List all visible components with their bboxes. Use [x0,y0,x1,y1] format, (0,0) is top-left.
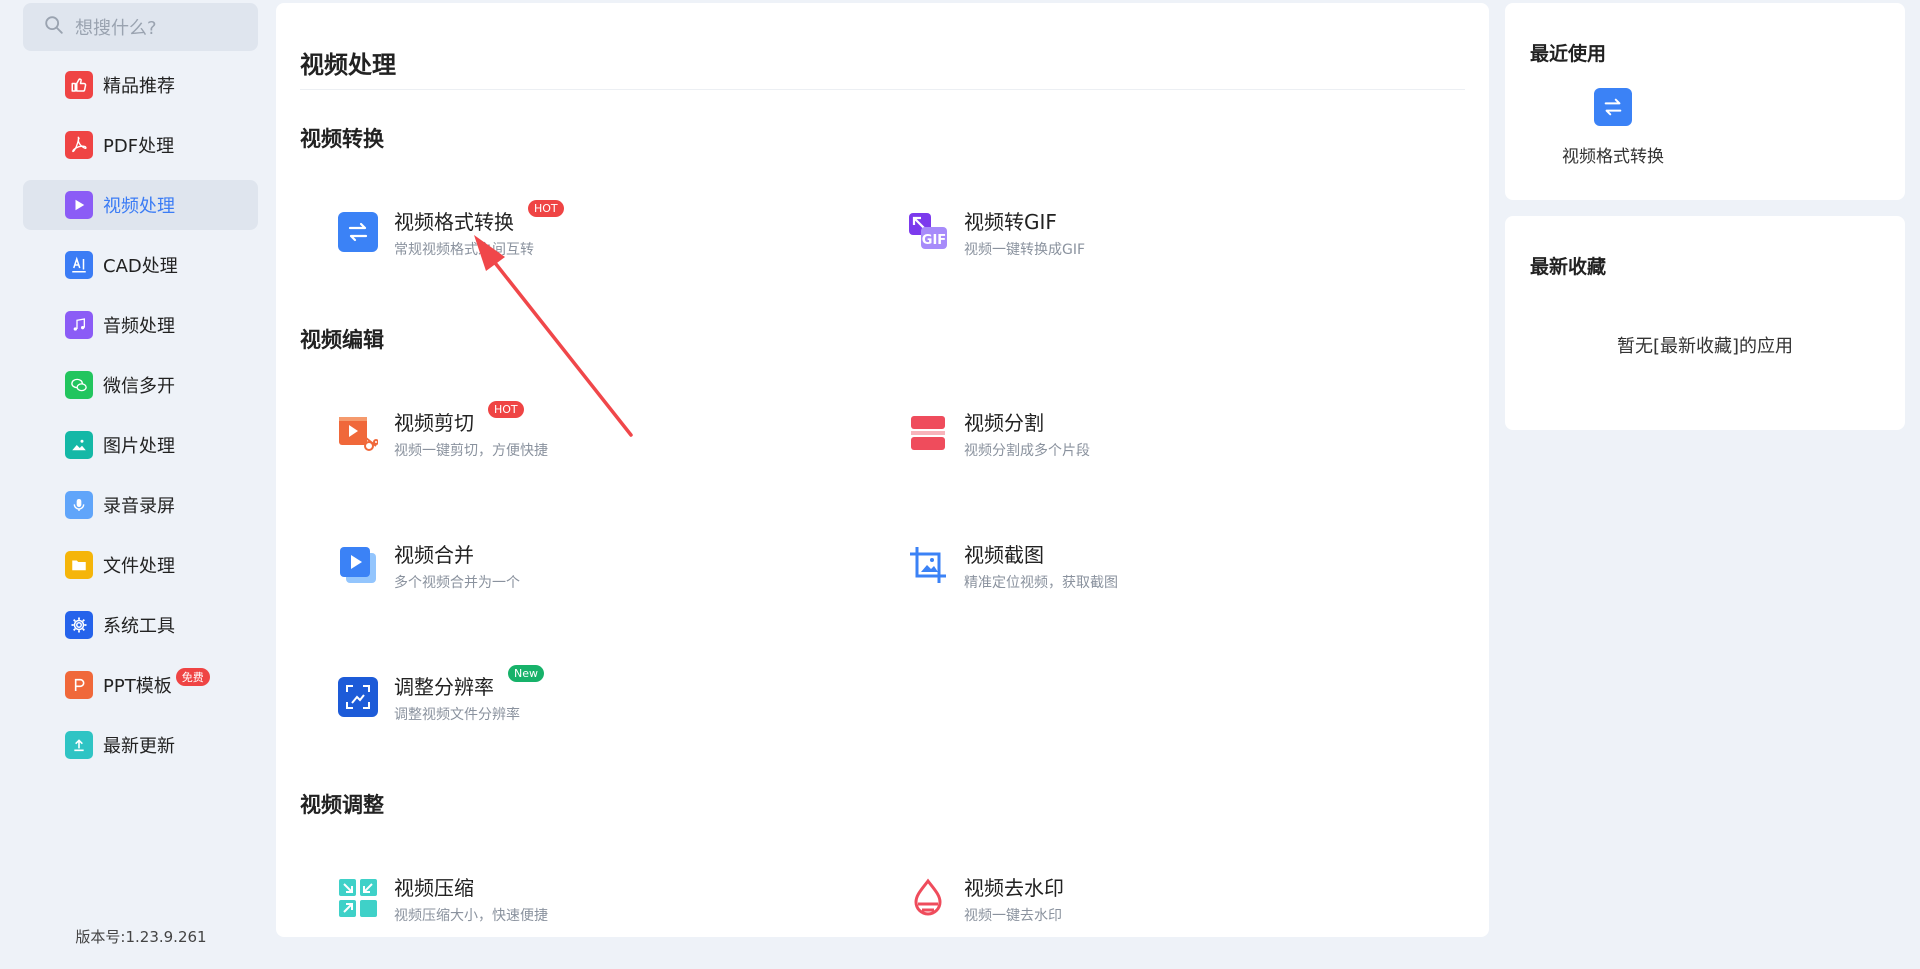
tool-name: 视频合并 [394,542,474,567]
cad-icon [65,251,93,279]
sidebar-item-label: 图片处理 [103,436,175,457]
search-icon [43,14,65,40]
watermark-icon [908,878,948,918]
pdf-icon [65,131,93,159]
sidebar-item-label: 系统工具 [103,616,175,637]
tool-video-cut[interactable]: 视频剪切 HOT 视频一键剪切，方便快捷 [338,398,838,468]
tool-name: 调整分辨率 [394,674,494,699]
sidebar-item-cad[interactable]: CAD处理 [23,240,258,290]
recent-card: 最近使用 视频格式转换 [1505,3,1905,200]
upload-icon [65,731,93,759]
resolution-icon [338,677,378,717]
hot-tag: HOT [528,199,564,217]
page-title: 视频处理 [300,51,396,79]
sidebar: 想搜什么? 精品推荐 PDF处理 视频处理 CAD处理 音频处理 微信多开 图片… [0,0,270,969]
folder-icon [65,551,93,579]
search-box[interactable]: 想搜什么? [23,3,258,51]
section-title-editing: 视频编辑 [300,328,384,352]
convert-arrows-icon [338,212,378,252]
section-title-conversion: 视频转换 [300,127,384,151]
sidebar-item-latest-updates[interactable]: 最新更新 [23,720,258,770]
sidebar-item-files[interactable]: 文件处理 [23,540,258,590]
sidebar-item-label: PDF处理 [103,136,175,157]
sidebar-nav: 精品推荐 PDF处理 视频处理 CAD处理 音频处理 微信多开 图片处理 录音录… [23,60,258,780]
tool-desc: 视频一键转换成GIF [964,241,1086,258]
new-tag: New [508,664,544,682]
sidebar-item-label: PPT模板 [103,676,172,697]
tool-video-remove-watermark[interactable]: 视频去水印 视频一键去水印 [908,863,1408,933]
tool-name: 视频压缩 [394,875,474,900]
tool-desc: 多个视频合并为一个 [394,574,520,591]
sidebar-item-system-tools[interactable]: 系统工具 [23,600,258,650]
gif-icon: GIF [908,212,948,252]
tool-desc: 视频压缩大小，快速便捷 [394,907,548,924]
tool-desc: 视频一键去水印 [964,907,1062,924]
sidebar-item-label: 音频处理 [103,316,175,337]
microphone-icon [65,491,93,519]
sidebar-item-image[interactable]: 图片处理 [23,420,258,470]
tool-desc: 精准定位视频，获取截图 [964,574,1118,591]
sidebar-item-label: 文件处理 [103,556,175,577]
svg-text:GIF: GIF [922,233,946,248]
tool-name: 视频格式转换 [394,209,514,234]
image-icon [65,431,93,459]
tool-video-compress[interactable]: 视频压缩 视频压缩大小，快速便捷 [338,863,838,933]
sidebar-item-label: 精品推荐 [103,76,175,97]
section-title-adjustment: 视频调整 [300,793,384,817]
recent-item-video-format-convert[interactable]: 视频格式转换 [1543,88,1683,167]
tool-desc: 常规视频格式之间互转 [394,241,534,258]
tool-desc: 视频分割成多个片段 [964,442,1090,459]
sidebar-item-label: 录音录屏 [103,496,175,517]
gear-icon [65,611,93,639]
sidebar-item-label: CAD处理 [103,256,178,277]
tool-video-merge[interactable]: 视频合并 多个视频合并为一个 [338,530,838,600]
sidebar-item-recording[interactable]: 录音录屏 [23,480,258,530]
favorites-card: 最新收藏 暂无[最新收藏]的应用 [1505,216,1905,430]
hot-tag: HOT [488,400,524,418]
video-play-icon [65,191,93,219]
thumbs-up-icon [65,71,93,99]
divider [300,89,1465,90]
tool-desc: 调整视频文件分辨率 [394,706,520,723]
tool-adjust-resolution[interactable]: 调整分辨率 New 调整视频文件分辨率 [338,662,838,732]
tool-name: 视频分割 [964,410,1044,435]
convert-arrows-icon [1594,88,1632,126]
tool-name: 视频转GIF [964,209,1057,234]
sidebar-item-label: 视频处理 [103,196,175,217]
tool-video-to-gif[interactable]: GIF 视频转GIF 视频一键转换成GIF [908,197,1408,267]
search-input[interactable]: 想搜什么? [75,14,157,40]
tool-name: 视频去水印 [964,875,1064,900]
free-badge: 免费 [175,668,210,686]
crop-screenshot-icon [908,545,948,585]
sidebar-item-video[interactable]: 视频处理 [23,180,258,230]
annotation-arrow [474,235,633,437]
music-icon [65,311,93,339]
tool-video-split[interactable]: 视频分割 视频分割成多个片段 [908,398,1408,468]
tool-desc: 视频一键剪切，方便快捷 [394,442,548,459]
wechat-icon [65,371,93,399]
split-icon [908,413,948,453]
sidebar-item-label: 微信多开 [103,376,175,397]
main-panel: 视频处理 视频转换 视频格式转换 HOT 常规视频格式之间互转 GIF 视频转GI… [276,3,1489,937]
ppt-icon [65,671,93,699]
compress-icon [338,878,378,918]
tool-name: 视频剪切 [394,410,474,435]
merge-icon [338,545,378,585]
sidebar-item-ppt[interactable]: PPT模板 免费 [23,660,258,710]
favorites-title: 最新收藏 [1530,256,1607,278]
recent-item-label: 视频格式转换 [1562,147,1664,167]
sidebar-item-label: 最新更新 [103,736,175,757]
tool-video-screenshot[interactable]: 视频截图 精准定位视频，获取截图 [908,530,1408,600]
recent-title: 最近使用 [1530,43,1607,65]
tool-video-format-convert[interactable]: 视频格式转换 HOT 常规视频格式之间互转 [338,197,838,267]
video-cut-icon [338,413,378,453]
version-label: 版本号:1.23.9.261 [75,928,207,946]
sidebar-item-wechat[interactable]: 微信多开 [23,360,258,410]
sidebar-item-audio[interactable]: 音频处理 [23,300,258,350]
sidebar-item-pdf[interactable]: PDF处理 [23,120,258,170]
tool-name: 视频截图 [964,542,1044,567]
sidebar-item-recommended[interactable]: 精品推荐 [23,60,258,110]
favorites-empty-text: 暂无[最新收藏]的应用 [1616,336,1794,357]
